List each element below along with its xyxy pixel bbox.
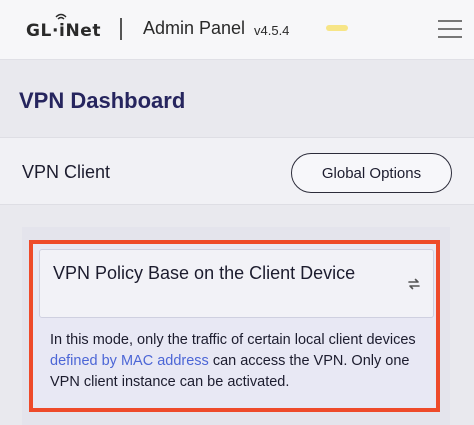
section-title: VPN Client — [22, 162, 111, 182]
swap-arrows-icon[interactable] — [407, 277, 421, 291]
global-options-button[interactable]: Global Options — [291, 153, 452, 193]
hamburger-menu-icon[interactable] — [438, 18, 462, 40]
vpn-mode-label: VPN Policy Base on the Client Device — [53, 263, 356, 283]
vpn-mode-description: In this mode, only the traffic of certai… — [50, 330, 430, 393]
version-label: v4.5.4 — [254, 23, 290, 38]
page-title: VPN Dashboard — [19, 88, 186, 113]
description-text-1: In this mode, only the traffic of certai… — [50, 332, 416, 348]
top-header: GL·iNet Admin Panel v4.5.4 — [0, 0, 474, 60]
vpn-client-section: VPN Client Global Options — [0, 137, 474, 205]
mac-address-link[interactable]: defined by MAC address — [50, 353, 209, 369]
admin-panel-title: Admin Panel — [143, 18, 246, 38]
vpn-mode-selector[interactable]: VPN Policy Base on the Client Device — [39, 249, 434, 318]
wifi-logo-icon — [55, 13, 67, 20]
status-indicator — [326, 25, 348, 31]
gl-inet-logo[interactable]: GL·iNet — [26, 21, 101, 41]
header-divider — [120, 18, 122, 40]
